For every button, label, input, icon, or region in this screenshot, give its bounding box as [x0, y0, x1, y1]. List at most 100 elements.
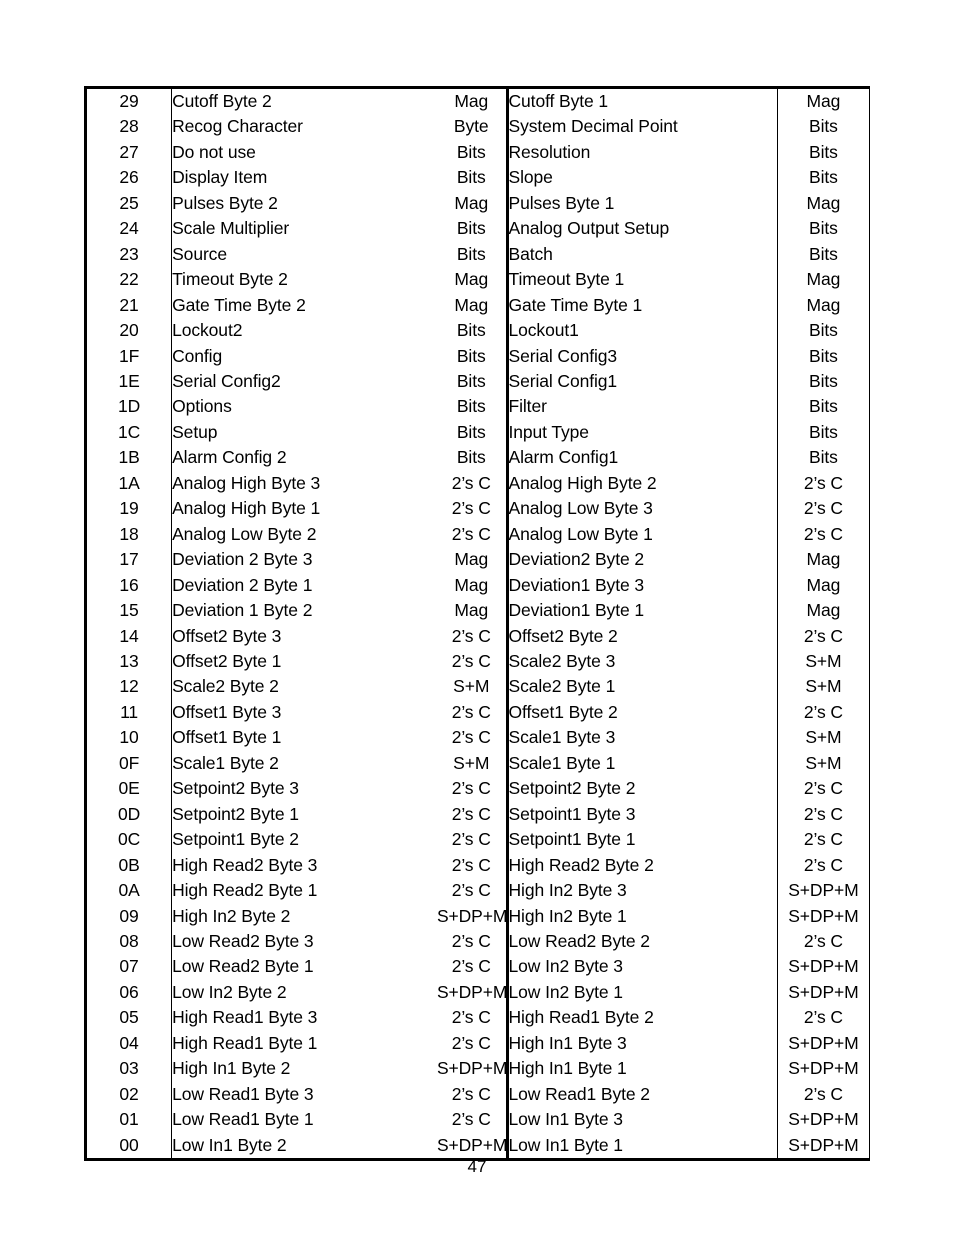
format-right-cell: 2’s C: [776, 852, 870, 879]
format-right-cell: Bits: [776, 241, 870, 268]
address-left-cell: 18: [85, 521, 173, 548]
parameter-left-cell: Offset1 Byte 1: [172, 727, 282, 748]
table-row: 0B High Read2 Byte 3 2’s C High Read2 Byte …: [85, 852, 870, 879]
parameter-right-cell: High In2 Byte 3: [508, 880, 627, 901]
table-row: 27 Do not use Bits Resolution Bits: [85, 139, 870, 166]
format-left-cell: 2’s C: [436, 648, 509, 675]
table-row: 00 Low In1 Byte 2 S+DP+M Low In1 Byte 1 S+DP…: [85, 1132, 870, 1160]
format-left-cell: Bits: [436, 165, 509, 191]
parameter-left-cell: High Read1 Byte 3: [172, 1007, 318, 1028]
format-right-cell: Mag: [776, 292, 870, 319]
parameter-left-cell: Alarm Config 2: [172, 447, 287, 468]
parameter-left-cell: Setpoint1 Byte 2: [172, 829, 299, 850]
register-map-table: 29 Cutoff Byte 2 Mag Cutoff Byte 1 Mag 28 Reco…: [84, 86, 870, 1162]
format-right-cell: 2’s C: [776, 521, 870, 548]
parameter-right-cell: Low Read1 Byte 2: [508, 1083, 651, 1104]
parameter-right-cell: System Decimal Point: [508, 116, 678, 137]
table-row: 0D Setpoint2 Byte 1 2’s C Setpoint1 Byte 32…: [85, 801, 870, 828]
format-left-cell: Bits: [436, 419, 509, 446]
table-row: 1D Options Bits Filter Bits: [85, 394, 870, 420]
parameter-left-cell: Deviation 2 Byte 3: [172, 549, 313, 570]
format-right-cell: 2’s C: [776, 827, 870, 853]
address-left-cell: 0E: [85, 776, 173, 802]
parameter-left-cell: Low Read1 Byte 3: [172, 1083, 314, 1104]
format-left-cell: Bits: [436, 318, 509, 344]
format-right-cell: 2’s C: [776, 496, 870, 522]
address-left-cell: 24: [85, 216, 173, 242]
format-left-cell: Bits: [436, 241, 509, 268]
address-left-cell: 15: [85, 598, 173, 624]
address-left-cell: 02: [85, 1081, 173, 1108]
parameter-left-cell: Low In2 Byte 2: [172, 981, 287, 1002]
format-right-cell: S+M: [776, 674, 870, 700]
register-map-table-container: 29 Cutoff Byte 2 Mag Cutoff Byte 1 Mag 28 Reco…: [84, 86, 870, 1162]
format-left-cell: Bits: [436, 368, 509, 395]
table-row: 14 Offset2 Byte 3 2’s C Offset2 Byte 2 2’s C: [85, 623, 870, 649]
format-left-cell: 2’s C: [436, 878, 509, 904]
address-left-cell: 1A: [85, 470, 173, 497]
parameter-left-cell: Scale Multiplier: [172, 218, 290, 239]
table-row: 08 Low Read2 Byte 3 2’s C Low Read2 Byte 22…: [85, 928, 870, 955]
parameter-left-cell: High Read2 Byte 1: [172, 880, 318, 901]
table-row: 05 High Read1 Byte 3 2’s C High Read1 Byte …: [85, 1005, 870, 1031]
parameter-left-cell: Scale2 Byte 2: [172, 676, 279, 697]
format-right-cell: Mag: [776, 598, 870, 624]
parameter-left-cell: Analog High Byte 3: [172, 472, 321, 493]
format-left-cell: Mag: [436, 190, 509, 217]
format-left-cell: 2’s C: [436, 1030, 509, 1057]
address-left-cell: 04: [85, 1030, 173, 1057]
parameter-right-cell: Pulses Byte 1: [508, 192, 615, 213]
table-row: 0E Setpoint2 Byte 3 2’s C Setpoint2 Byte 22…: [85, 776, 870, 802]
address-left-cell: 19: [85, 496, 173, 522]
parameter-left-cell: Lockout2: [172, 320, 243, 341]
format-left-cell: 2’s C: [436, 1081, 509, 1108]
format-left-cell: Mag: [436, 87, 509, 115]
parameter-right-cell: Offset1 Byte 2: [508, 701, 618, 722]
format-right-cell: Bits: [776, 318, 870, 344]
parameter-right-cell: Analog Output Setup: [508, 218, 670, 239]
parameter-left-cell: Low In1 Byte 2: [172, 1134, 287, 1155]
address-left-cell: 10: [85, 725, 173, 751]
address-left-cell: 29: [85, 87, 173, 115]
format-right-cell: Bits: [776, 394, 870, 420]
format-left-cell: 2’s C: [436, 852, 509, 879]
parameter-left-cell: Low Read2 Byte 3: [172, 930, 314, 951]
format-right-cell: 2’s C: [776, 801, 870, 828]
parameter-left-cell: Config: [172, 345, 223, 366]
table-row: 03 High In1 Byte 2 S+DP+M High In1 Byte 1 S+…: [85, 1056, 870, 1082]
format-left-cell: 2’s C: [436, 496, 509, 522]
address-left-cell: 11: [85, 699, 173, 726]
address-left-cell: 09: [85, 903, 173, 929]
address-left-cell: 05: [85, 1005, 173, 1031]
address-left-cell: 0B: [85, 852, 173, 879]
format-right-cell: S+M: [776, 725, 870, 751]
format-right-cell: S+DP+M: [776, 1056, 870, 1082]
table-row: 28 Recog Character Byte System Decimal Poin…: [85, 114, 870, 140]
address-left-cell: 1E: [85, 368, 173, 395]
format-right-cell: S+DP+M: [776, 1132, 870, 1160]
format-right-cell: Bits: [776, 165, 870, 191]
format-right-cell: S+M: [776, 648, 870, 675]
table-row: 23 Source Bits Batch Bits: [85, 241, 870, 268]
address-left-cell: 00: [85, 1132, 173, 1160]
address-left-cell: 0A: [85, 878, 173, 904]
format-left-cell: Bits: [436, 216, 509, 242]
format-right-cell: S+DP+M: [776, 954, 870, 980]
parameter-left-cell: Low Read1 Byte 1: [172, 1109, 314, 1130]
parameter-left-cell: Gate Time Byte 2: [172, 294, 306, 315]
parameter-left-cell: Display Item: [172, 167, 268, 188]
parameter-right-cell: Scale1 Byte 3: [508, 727, 616, 748]
address-left-cell: 07: [85, 954, 173, 980]
format-right-cell: 2’s C: [776, 470, 870, 497]
format-right-cell: 2’s C: [776, 699, 870, 726]
format-left-cell: Bits: [436, 343, 509, 369]
table-row: 1E Serial Config2 Bits Serial Config1 Bits: [85, 368, 870, 395]
parameter-left-cell: Options: [172, 396, 232, 417]
format-right-cell: S+DP+M: [776, 1107, 870, 1133]
parameter-right-cell: Analog Low Byte 1: [508, 523, 653, 544]
format-left-cell: Mag: [436, 572, 509, 599]
table-row: 0C Setpoint1 Byte 2 2’s C Setpoint1 Byte 12…: [85, 827, 870, 853]
format-right-cell: S+DP+M: [776, 903, 870, 929]
format-left-cell: S+DP+M: [436, 903, 509, 929]
parameter-right-cell: High In1 Byte 3: [508, 1032, 627, 1053]
